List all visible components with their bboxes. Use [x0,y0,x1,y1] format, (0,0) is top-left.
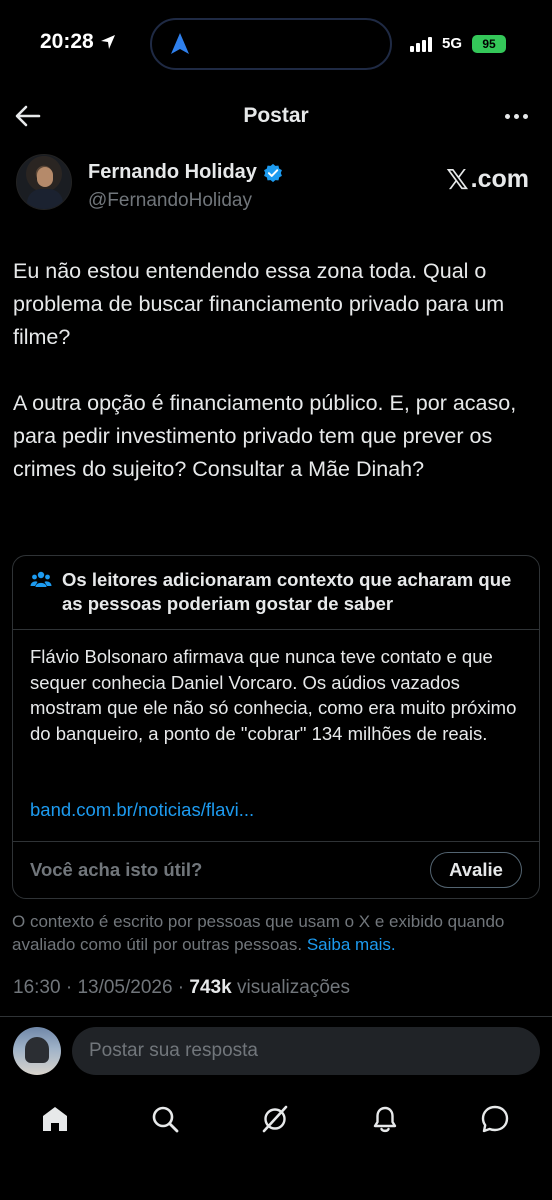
community-note-title: Os leitores adicionaram contexto que ach… [62,569,512,614]
helpful-question: Você acha isto útil? [30,859,203,880]
network-type: 5G [442,35,463,52]
source-link[interactable]: 𝕏 .com [446,163,529,196]
author-handle[interactable]: @FernandoHoliday [88,190,252,212]
search-icon [152,1106,179,1133]
x-logo-icon: 𝕏 [446,163,469,196]
community-note-header: Os leitores adicionaram contexto que ach… [13,556,539,630]
page-title: Postar [243,104,309,127]
post-date: 13/05/2026 [77,977,173,998]
views-label: visualizações [236,977,350,998]
views-count[interactable]: 743k [189,977,231,998]
post-text: Eu não estou entendendo essa zona toda. … [13,255,543,486]
divider [13,841,539,842]
chat-bubble-icon [481,1105,509,1133]
post-header: Postar [0,92,552,140]
post-paragraph: A outra opção é financiamento público. E… [13,391,517,481]
more-dots-icon [504,113,510,119]
tab-messages[interactable] [473,1097,517,1141]
more-options-button[interactable] [500,102,532,130]
rate-button[interactable]: Avalie [430,852,522,888]
author-name[interactable]: Fernando Holiday [88,161,283,184]
post-time: 16:30 [13,977,61,998]
status-bar: 20:28 5G 95 [0,0,552,92]
location-arrow-icon [100,35,115,49]
dynamic-island[interactable] [150,18,392,70]
navigation-arrow-icon [171,33,189,54]
author-avatar[interactable] [16,154,72,210]
tab-grok[interactable] [253,1097,297,1141]
divider [0,1016,552,1017]
home-icon [43,1107,67,1131]
learn-more-link[interactable]: Saiba mais. [307,935,396,954]
tab-home[interactable] [33,1097,77,1141]
battery-icon: 95 [472,35,506,53]
community-note-body: Flávio Bolsonaro afirmava que nunca teve… [30,646,517,744]
user-avatar[interactable] [13,1027,61,1075]
people-icon [30,571,52,587]
post-metadata: 16:30 · 13/05/2026 · 743k visualizações [13,977,350,998]
status-time: 20:28 [40,30,116,54]
bell-icon [373,1106,397,1133]
signal-icon [410,37,432,52]
tab-search[interactable] [143,1097,187,1141]
community-note-disclaimer: O contexto é escrito por pessoas que usa… [12,912,505,954]
tab-notifications[interactable] [363,1097,407,1141]
bottom-tab-bar [0,1097,552,1141]
grok-icon [262,1105,288,1133]
community-note: Os leitores adicionaram contexto que ach… [12,555,540,899]
verified-badge-icon [263,163,282,182]
community-note-source-link[interactable]: band.com.br/noticias/flavi... [30,799,254,821]
reply-input[interactable] [72,1027,540,1075]
post-paragraph: Eu não estou entendendo essa zona toda. … [13,259,505,349]
